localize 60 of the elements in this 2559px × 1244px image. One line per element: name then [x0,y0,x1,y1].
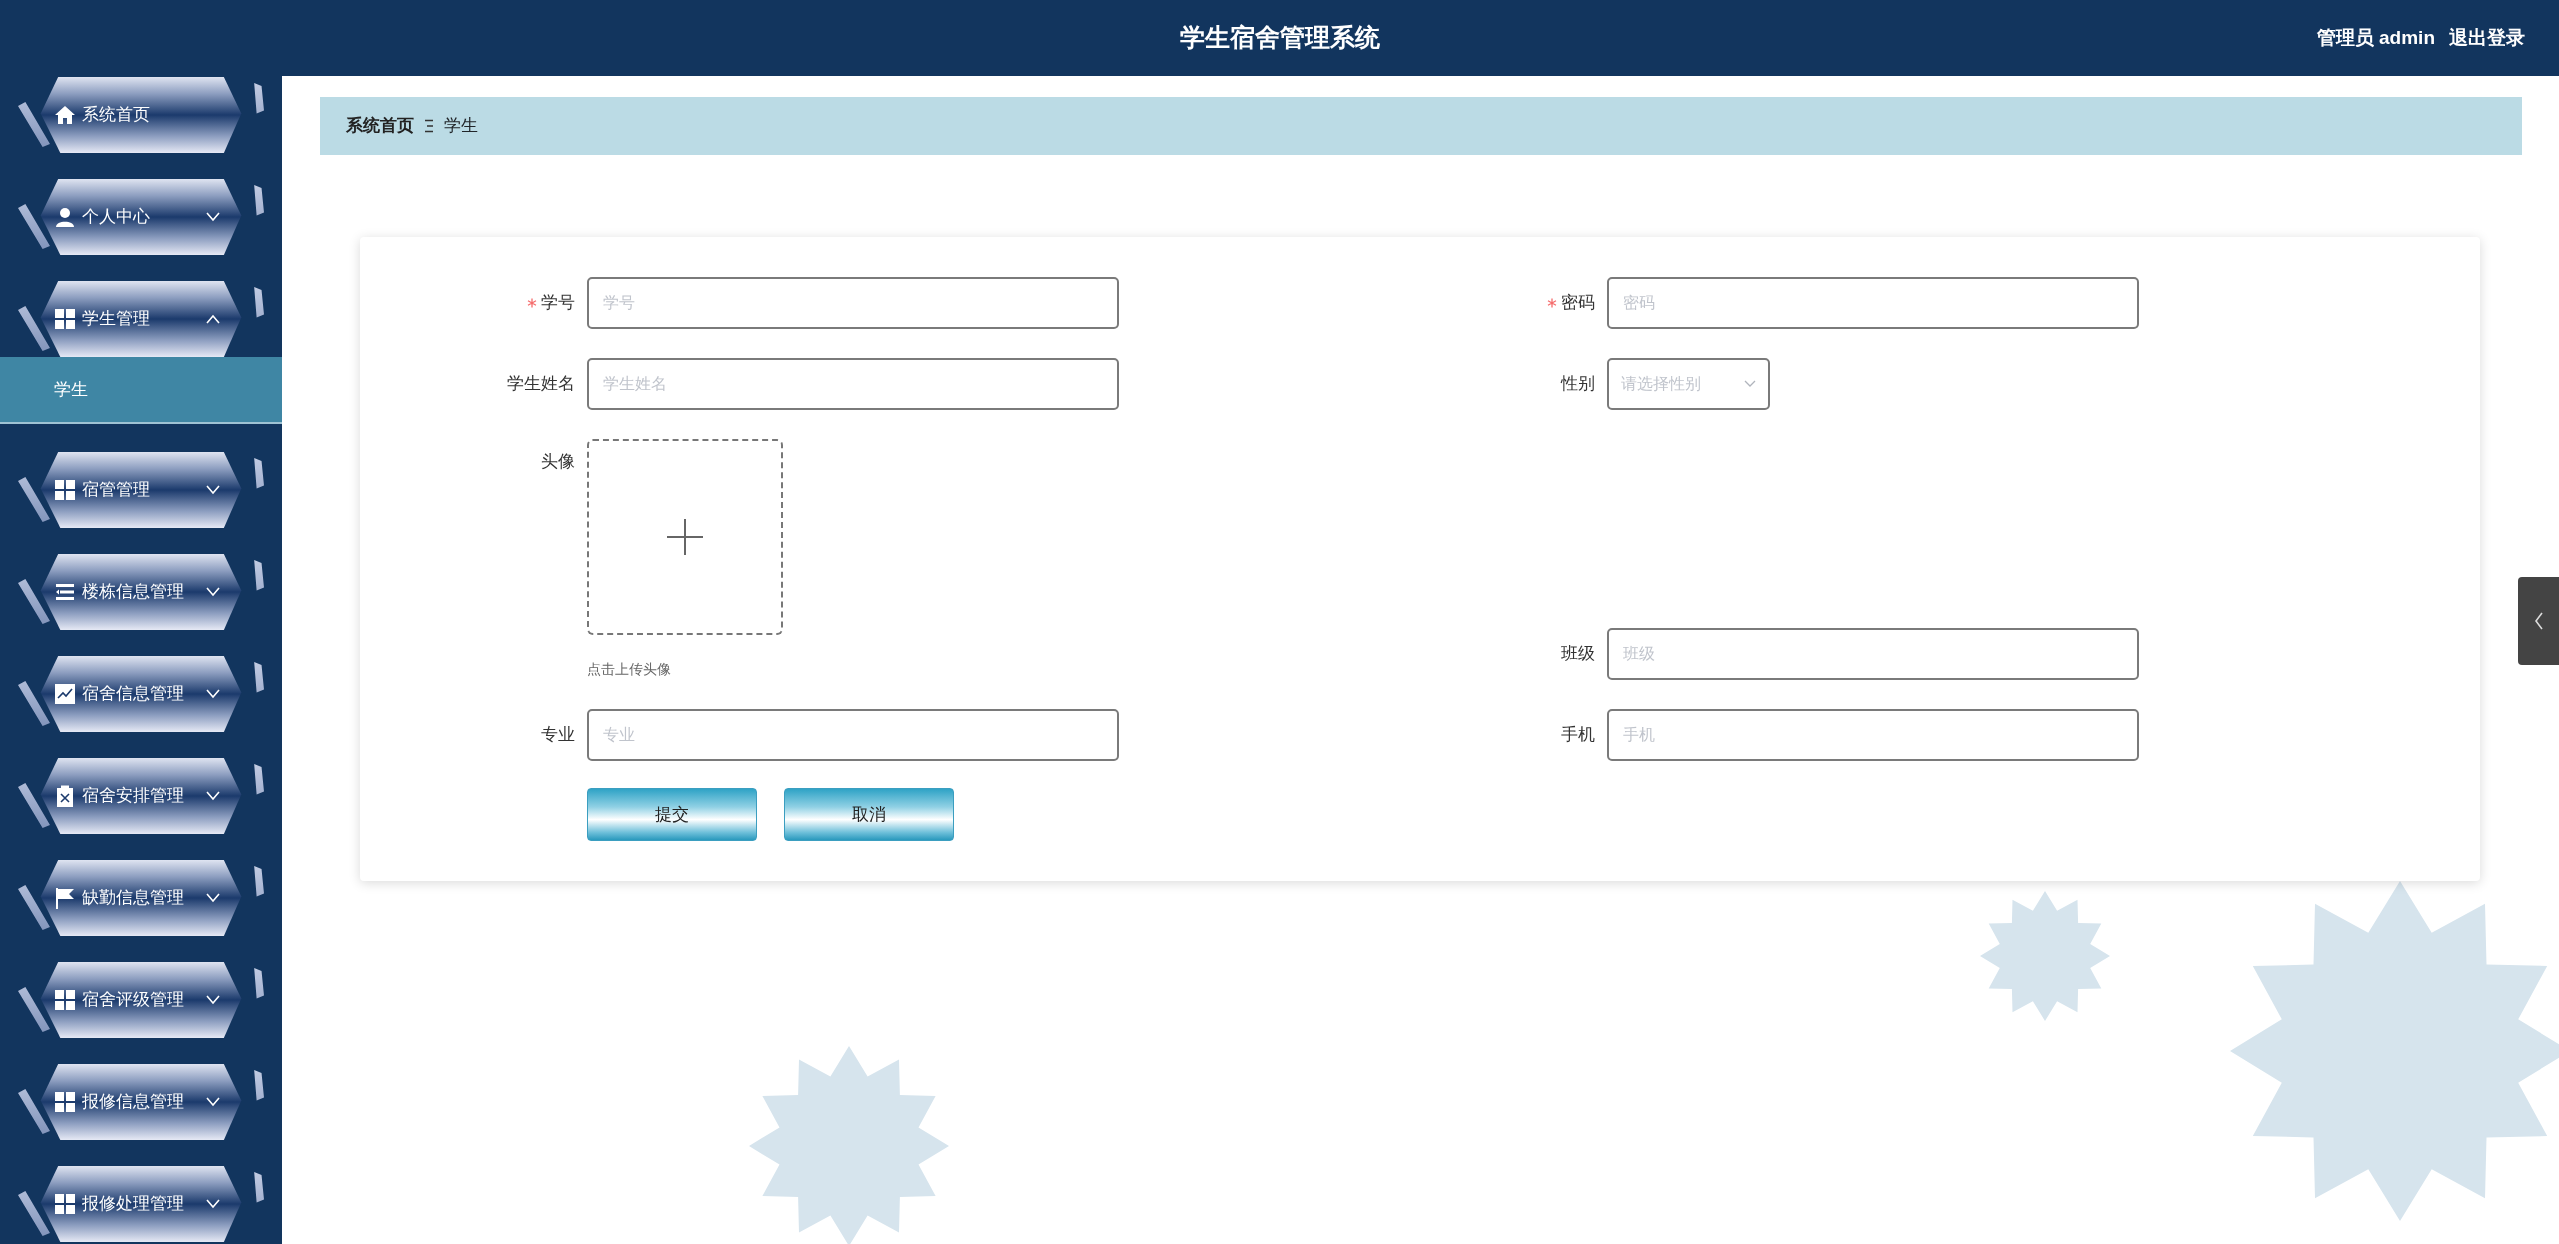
cancel-button[interactable]: 取消 [784,788,954,841]
menu-item[interactable]: 报修处理管理 [18,1166,264,1242]
list-icon [54,581,76,603]
logout-link[interactable]: 退出登录 [2449,23,2525,53]
home-icon [54,104,76,126]
grid-icon [54,989,76,1011]
plus-icon [667,519,703,555]
chevron-down-icon [206,994,220,1006]
menu-item[interactable]: 宿管管理 [18,452,264,528]
chevron-down-icon [206,688,220,700]
chevron-down-icon [206,586,220,598]
input-field[interactable]: 专业 [587,709,1119,761]
app-title: 学生宿舍管理系统 [1179,22,1380,54]
field-label: 学生姓名 [507,373,575,396]
upload-hint: 点击上传头像 [587,660,672,679]
menu-item[interactable]: 报修信息管理 [18,1064,264,1140]
chevron-up-icon [206,313,220,325]
field-label: 班级 [1561,643,1595,666]
chevron-down-icon [206,1096,220,1108]
grid-icon [54,1193,76,1215]
field-label: 密码 [1561,292,1595,315]
grid-icon [54,308,76,330]
menu-item[interactable]: 宿舍信息管理 [18,656,264,732]
menu-item[interactable]: 宿舍评级管理 [18,962,264,1038]
grid-icon [54,1091,76,1113]
field-label: 学号 [541,292,575,315]
menu-item[interactable]: 缺勤信息管理 [18,860,264,936]
field-label: 专业 [541,724,575,747]
submit-button[interactable]: 提交 [587,788,757,841]
field-label: 手机 [1561,724,1595,747]
field-label: 头像 [541,451,575,473]
submenu-item[interactable]: 学生 [0,357,282,424]
input-field[interactable]: 密码 [1607,277,2139,329]
flag-icon [54,887,76,909]
clipboard-icon [54,785,76,807]
breadcrumb-item[interactable]: 系统首页 [346,113,414,139]
user-label: 管理员 admin [2316,25,2435,50]
chevron-down-icon [206,1198,220,1210]
input-field[interactable]: 班级 [1607,628,2139,680]
menu-item[interactable]: 个人中心 [18,179,264,255]
chevron-left-icon [2533,612,2544,630]
chevron-down-icon [206,211,220,223]
user-icon [54,206,76,228]
chevron-down-icon [206,790,220,802]
input-field[interactable]: 学生姓名 [587,358,1119,410]
input-field[interactable]: 学号 [587,277,1119,329]
separator-icon [424,119,434,133]
chevron-down-icon [206,484,220,496]
chevron-down-icon [206,892,220,904]
menu-item[interactable]: 楼栋信息管理 [18,554,264,630]
breadcrumb-item: 学生 [444,115,478,138]
chart-icon [54,683,76,705]
upload-box[interactable] [587,439,783,635]
field-label: 性别 [1561,373,1595,396]
grid-icon [54,479,76,501]
input-field[interactable]: 手机 [1607,709,2139,761]
menu-item[interactable]: 学生管理 [18,281,264,357]
menu-item[interactable]: 系统首页 [18,77,264,153]
chevron-down-icon [1744,380,1756,388]
menu-item[interactable]: 宿舍安排管理 [18,758,264,834]
